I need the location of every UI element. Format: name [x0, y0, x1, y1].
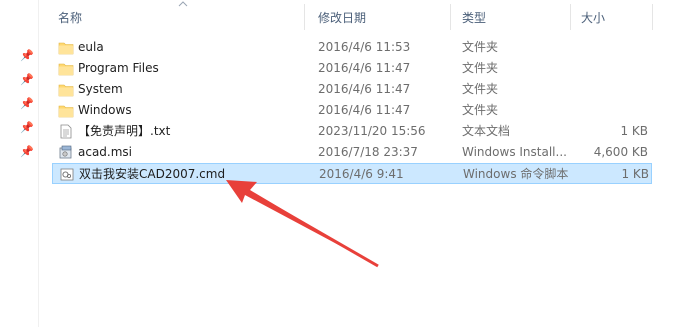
column-date[interactable]: 修改日期 [318, 10, 366, 26]
file-name: 【免责声明】.txt [78, 124, 171, 138]
navigation-pane: 📌 📌 📌 📌 📌 [0, 0, 39, 327]
file-row[interactable]: eula 2016/4/6 11:53 文件夹 [52, 37, 652, 58]
file-name: Program Files [78, 61, 159, 75]
file-name: System [78, 82, 123, 96]
pin-icon[interactable]: 📌 [20, 98, 34, 110]
pin-icon[interactable]: 📌 [20, 50, 34, 62]
cmd-file-icon [60, 168, 74, 181]
file-size: 1 KB [621, 167, 649, 181]
column-divider[interactable] [304, 4, 305, 30]
pin-icon[interactable]: 📌 [20, 122, 34, 134]
file-date: 2016/4/6 11:47 [318, 61, 411, 75]
column-header: 名称 修改日期 类型 大小 [52, 0, 679, 34]
pin-icon[interactable]: 📌 [20, 146, 34, 158]
file-type: 文件夹 [462, 61, 499, 75]
file-date: 2016/4/6 9:41 [319, 167, 404, 181]
file-name: acad.msi [78, 145, 133, 159]
column-size[interactable]: 大小 [581, 10, 605, 26]
file-type: 文本文档 [462, 124, 511, 138]
column-divider[interactable] [570, 4, 571, 30]
file-type: Windows Install... [462, 145, 567, 159]
folder-icon [58, 84, 74, 97]
file-name: eula [78, 40, 104, 54]
file-row[interactable]: Program Files 2016/4/6 11:47 文件夹 [52, 58, 652, 79]
file-row[interactable]: 【免责声明】.txt 2023/11/20 15:56 文本文档 1 KB [52, 121, 652, 142]
file-name: 双击我安装CAD2007.cmd [79, 167, 226, 181]
file-date: 2023/11/20 15:56 [318, 124, 426, 138]
column-divider[interactable] [652, 4, 653, 30]
file-date: 2016/7/18 23:37 [318, 145, 418, 159]
file-size: 4,600 KB [593, 145, 648, 159]
installer-icon [59, 145, 72, 159]
file-size [572, 79, 648, 100]
folder-icon [58, 63, 74, 76]
file-size: 1 KB [620, 124, 648, 138]
folder-icon [58, 42, 74, 55]
file-date: 2016/4/6 11:53 [318, 40, 411, 54]
file-type: 文件夹 [462, 40, 499, 54]
file-type: 文件夹 [462, 103, 499, 117]
file-name: Windows [78, 103, 132, 117]
folder-icon [58, 105, 74, 118]
column-type[interactable]: 类型 [462, 10, 486, 26]
file-row-selected[interactable]: 双击我安装CAD2007.cmd 2016/4/6 9:41 Windows 命… [52, 163, 652, 184]
file-row[interactable]: acad.msi 2016/7/18 23:37 Windows Install… [52, 142, 652, 163]
pin-icon[interactable]: 📌 [20, 74, 34, 86]
column-name[interactable]: 名称 [58, 10, 82, 26]
text-file-icon [60, 124, 72, 139]
file-date: 2016/4/6 11:47 [318, 103, 411, 117]
file-row[interactable]: System 2016/4/6 11:47 文件夹 [52, 79, 652, 100]
file-size [572, 100, 648, 121]
file-size [572, 37, 648, 58]
column-divider[interactable] [450, 4, 451, 30]
sort-ascending-icon [178, 1, 188, 7]
file-type: Windows 命令脚本 [463, 167, 569, 181]
file-date: 2016/4/6 11:47 [318, 82, 411, 96]
file-row[interactable]: Windows 2016/4/6 11:47 文件夹 [52, 100, 652, 121]
file-type: 文件夹 [462, 82, 499, 96]
file-size [572, 58, 648, 79]
